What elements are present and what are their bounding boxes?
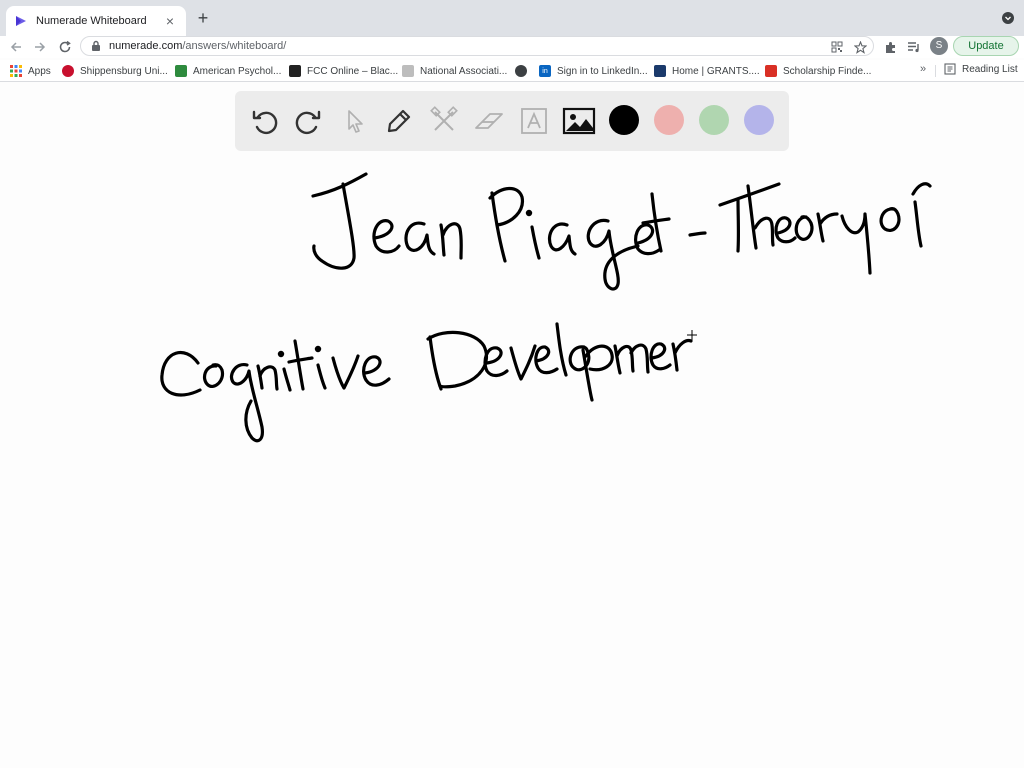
- bookmark-label: FCC Online – Blac...: [307, 65, 399, 77]
- bookmark-apps[interactable]: Apps: [10, 63, 51, 79]
- shippensburg-logo-icon: [62, 65, 74, 77]
- bookmarks-bar: Apps Shippensburg Uni... American Psycho…: [0, 60, 1024, 82]
- bookmark-scholarship-finder[interactable]: Scholarship Finde...: [765, 63, 871, 79]
- bookmark-star-icon[interactable]: [852, 39, 868, 55]
- apps-grid-icon: [10, 65, 22, 77]
- tab-numerade-whiteboard[interactable]: Numerade Whiteboard ×: [6, 6, 186, 36]
- media-control-button[interactable]: [905, 38, 923, 56]
- back-arrow-icon: [10, 42, 21, 52]
- bookmark-globe[interactable]: [515, 63, 533, 79]
- bookmarks-divider: [935, 65, 936, 77]
- chevron-down-icon: [1005, 16, 1011, 21]
- browser-toolbar: numerade.com/answers/whiteboard/ S Updat…: [0, 36, 1024, 58]
- bookmark-fcc-online[interactable]: FCC Online – Blac...: [289, 63, 398, 79]
- new-tab-button[interactable]: +: [193, 9, 213, 29]
- bookmark-grants[interactable]: Home | GRANTS....: [654, 63, 760, 79]
- address-bar[interactable]: numerade.com/answers/whiteboard/: [80, 36, 874, 56]
- playlist-icon: [908, 42, 919, 53]
- globe-icon: [515, 65, 527, 77]
- profile-avatar[interactable]: S: [930, 37, 948, 55]
- reading-list-button[interactable]: Reading List: [944, 63, 1018, 75]
- bookmark-label: National Associati...: [420, 65, 508, 77]
- bookmark-label: Home | GRANTS....: [672, 65, 760, 77]
- close-tab-button[interactable]: ×: [162, 14, 178, 28]
- tab-search-button[interactable]: [1002, 12, 1014, 24]
- handwritten-ink: [160, 172, 932, 443]
- grants-logo-icon: [654, 65, 666, 77]
- back-button[interactable]: [6, 37, 26, 57]
- reading-list-label: Reading List: [962, 63, 1018, 75]
- national-assoc-logo-icon: [402, 65, 414, 77]
- bookmark-label: American Psychol...: [193, 65, 282, 77]
- url-path: /answers/whiteboard/: [182, 40, 287, 52]
- lock-icon: [91, 40, 101, 52]
- bookmark-shippensburg[interactable]: Shippensburg Uni...: [62, 63, 168, 79]
- reading-list-icon: [944, 63, 956, 75]
- bookmark-american-psychol[interactable]: American Psychol...: [175, 63, 281, 79]
- bookmark-label: Shippensburg Uni...: [80, 65, 168, 77]
- bookmark-label: Apps: [28, 65, 51, 77]
- more-bookmarks-button[interactable]: »: [920, 63, 926, 75]
- linkedin-logo-icon: in: [539, 65, 551, 77]
- reload-button[interactable]: [55, 37, 75, 57]
- fcc-logo-icon: [289, 65, 301, 77]
- bookmark-linkedin[interactable]: in Sign in to LinkedIn...: [539, 63, 648, 79]
- numerade-logo-icon: [14, 14, 28, 28]
- bookmark-label: Sign in to LinkedIn...: [557, 65, 648, 77]
- url-host: numerade.com: [109, 40, 183, 52]
- puzzle-icon: [885, 41, 895, 53]
- apa-logo-icon: [175, 65, 187, 77]
- whiteboard-canvas[interactable]: [0, 83, 1024, 768]
- scholarship-logo-icon: [765, 65, 777, 77]
- bookmark-label: Scholarship Finde...: [783, 65, 872, 77]
- tab-strip: Numerade Whiteboard × +: [0, 0, 1024, 36]
- qr-code-icon[interactable]: [829, 39, 845, 55]
- bookmark-national-associati[interactable]: National Associati...: [402, 63, 507, 79]
- update-button[interactable]: Update: [953, 36, 1019, 56]
- forward-arrow-icon: [35, 42, 46, 52]
- reload-icon: [59, 40, 71, 53]
- extensions-button[interactable]: [881, 38, 899, 56]
- tab-title: Numerade Whiteboard: [36, 15, 147, 27]
- crosshair-cursor-icon: [687, 330, 697, 340]
- forward-button[interactable]: [30, 37, 50, 57]
